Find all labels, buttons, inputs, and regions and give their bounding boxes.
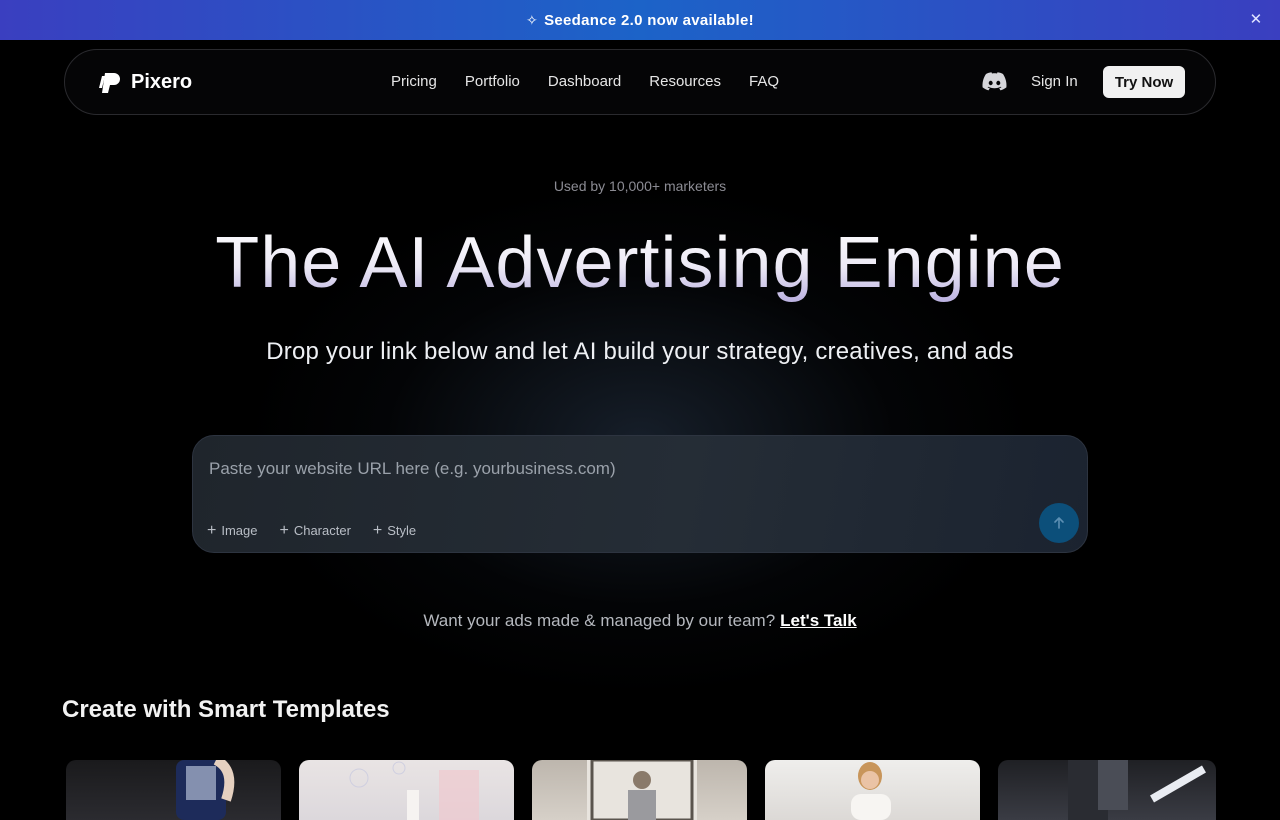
nav-link-resources[interactable]: Resources (649, 73, 721, 90)
announcement-banner[interactable]: ✧ Seedance 2.0 now available! ✕ (0, 0, 1280, 40)
chip-label: Style (387, 523, 417, 538)
nav-link-dashboard[interactable]: Dashboard (548, 73, 621, 90)
template-thumbnail (1068, 760, 1206, 820)
prompt-chips: + Image + Character + Style (207, 521, 417, 539)
plus-icon: + (372, 521, 383, 539)
brand-name: Pixero (131, 71, 193, 93)
arrow-up-icon (1054, 517, 1064, 529)
sparkle-icon: ✧ (526, 11, 539, 28)
chip-label: Image (221, 523, 258, 538)
try-now-button[interactable]: Try Now (1103, 66, 1185, 98)
url-prompt-box: + Image + Character + Style (192, 435, 1088, 553)
template-cards (66, 760, 1216, 820)
pixero-logo-icon (99, 72, 120, 93)
template-card[interactable] (299, 760, 514, 820)
nav-links: Pricing Portfolio Dashboard Resources FA… (391, 73, 779, 90)
team-cta: Want your ads made & managed by our team… (0, 611, 1280, 631)
template-thumbnail (851, 762, 891, 820)
nav-link-faq[interactable]: FAQ (749, 73, 779, 90)
nav-link-pricing[interactable]: Pricing (391, 73, 437, 90)
hero-subheadline: Drop your link below and let AI build yo… (266, 338, 1014, 365)
hero-kicker: Used by 10,000+ marketers (553, 178, 727, 194)
website-url-input[interactable] (209, 456, 1049, 482)
template-card[interactable] (532, 760, 747, 820)
lets-talk-link[interactable]: Let's Talk (780, 611, 856, 630)
close-icon[interactable]: ✕ (1248, 12, 1264, 28)
submit-button[interactable] (1039, 503, 1079, 543)
hero-headline: The AI Advertising Engine (0, 222, 1280, 304)
template-card[interactable] (998, 760, 1216, 820)
plus-icon: + (279, 521, 289, 539)
plus-icon: + (207, 521, 217, 539)
nav-link-portfolio[interactable]: Portfolio (465, 73, 520, 90)
add-style-chip[interactable]: + Style (372, 521, 417, 539)
template-card[interactable] (765, 760, 980, 820)
add-character-chip[interactable]: + Character (279, 521, 351, 539)
template-thumbnail (349, 761, 479, 820)
banner-text: Seedance 2.0 now available! (544, 11, 754, 29)
template-thumbnail (176, 760, 235, 820)
team-cta-text: Want your ads made & managed by our team… (423, 611, 776, 630)
chip-label: Character (293, 523, 351, 538)
sign-in-link[interactable]: Sign In (1031, 73, 1078, 90)
top-navbar: Pixero Pricing Portfolio Dashboard Resou… (64, 49, 1216, 115)
brand-logo[interactable]: Pixero (99, 71, 192, 94)
template-card[interactable] (66, 760, 281, 820)
template-thumbnail (587, 760, 697, 820)
discord-icon[interactable] (982, 72, 1007, 92)
add-image-chip[interactable]: + Image (207, 521, 258, 539)
templates-heading: Create with Smart Templates (62, 696, 390, 723)
